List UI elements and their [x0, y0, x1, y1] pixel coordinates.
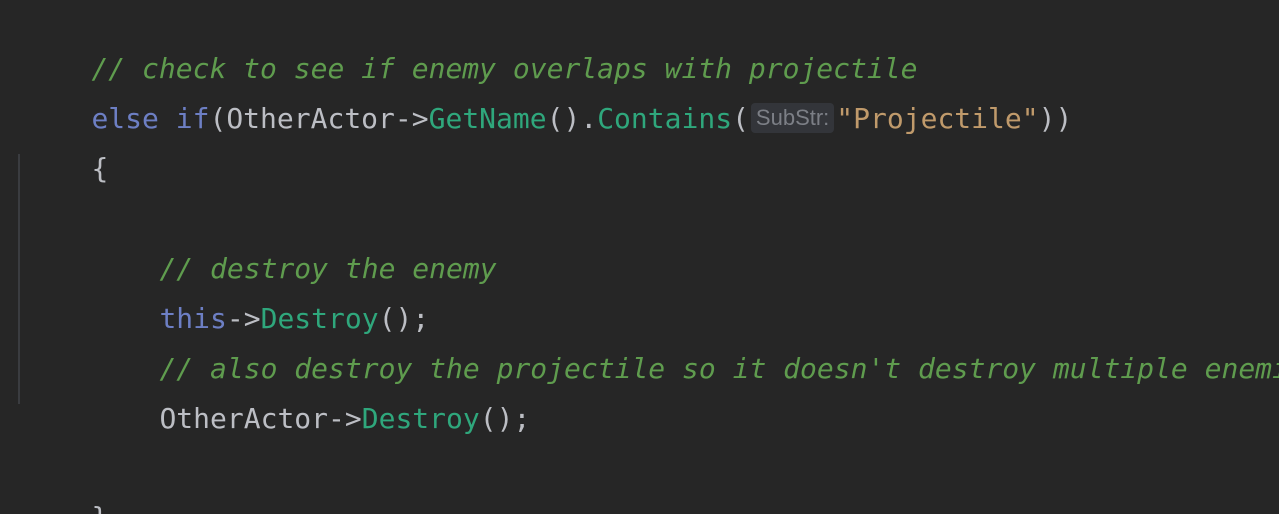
keyword-if: if [175, 102, 210, 135]
identifier-other-actor: OtherActor [226, 102, 395, 135]
arrow-operator: -> [328, 402, 362, 435]
open-paren: ( [209, 102, 227, 135]
brace-open: { [91, 152, 109, 185]
function-contains: Contains [597, 102, 733, 135]
arrow-operator: -> [394, 102, 429, 135]
code-line-5[interactable]: // destroy the enemy [92, 209, 496, 285]
brace-close: } [91, 501, 108, 514]
paren: ( [732, 102, 749, 135]
code-line-10[interactable]: } [24, 458, 108, 514]
call-tail: (); [479, 402, 531, 435]
code-line-3[interactable]: { [24, 109, 108, 185]
call-dot: (). [546, 102, 598, 135]
code-line-2[interactable]: else if(OtherActor->GetName().Contains(S… [24, 59, 1072, 135]
parameter-hint: SubStr: [750, 103, 835, 133]
identifier-other-actor: OtherActor [159, 402, 329, 435]
indent-guide [18, 154, 20, 404]
code-line-7[interactable]: // also destroy the projectile so it doe… [92, 309, 1279, 385]
code-line-6[interactable]: this->Destroy(); [92, 259, 429, 335]
code-editor[interactable]: // check to see if enemy overlaps with p… [0, 0, 1279, 514]
function-getname: GetName [428, 102, 547, 135]
close-parens: )) [1038, 102, 1073, 135]
string-literal: "Projectile" [836, 102, 1039, 135]
function-destroy: Destroy [361, 402, 480, 435]
code-line-1[interactable]: // check to see if enemy overlaps with p… [24, 9, 917, 85]
code-line-8[interactable]: OtherActor->Destroy(); [92, 359, 530, 435]
